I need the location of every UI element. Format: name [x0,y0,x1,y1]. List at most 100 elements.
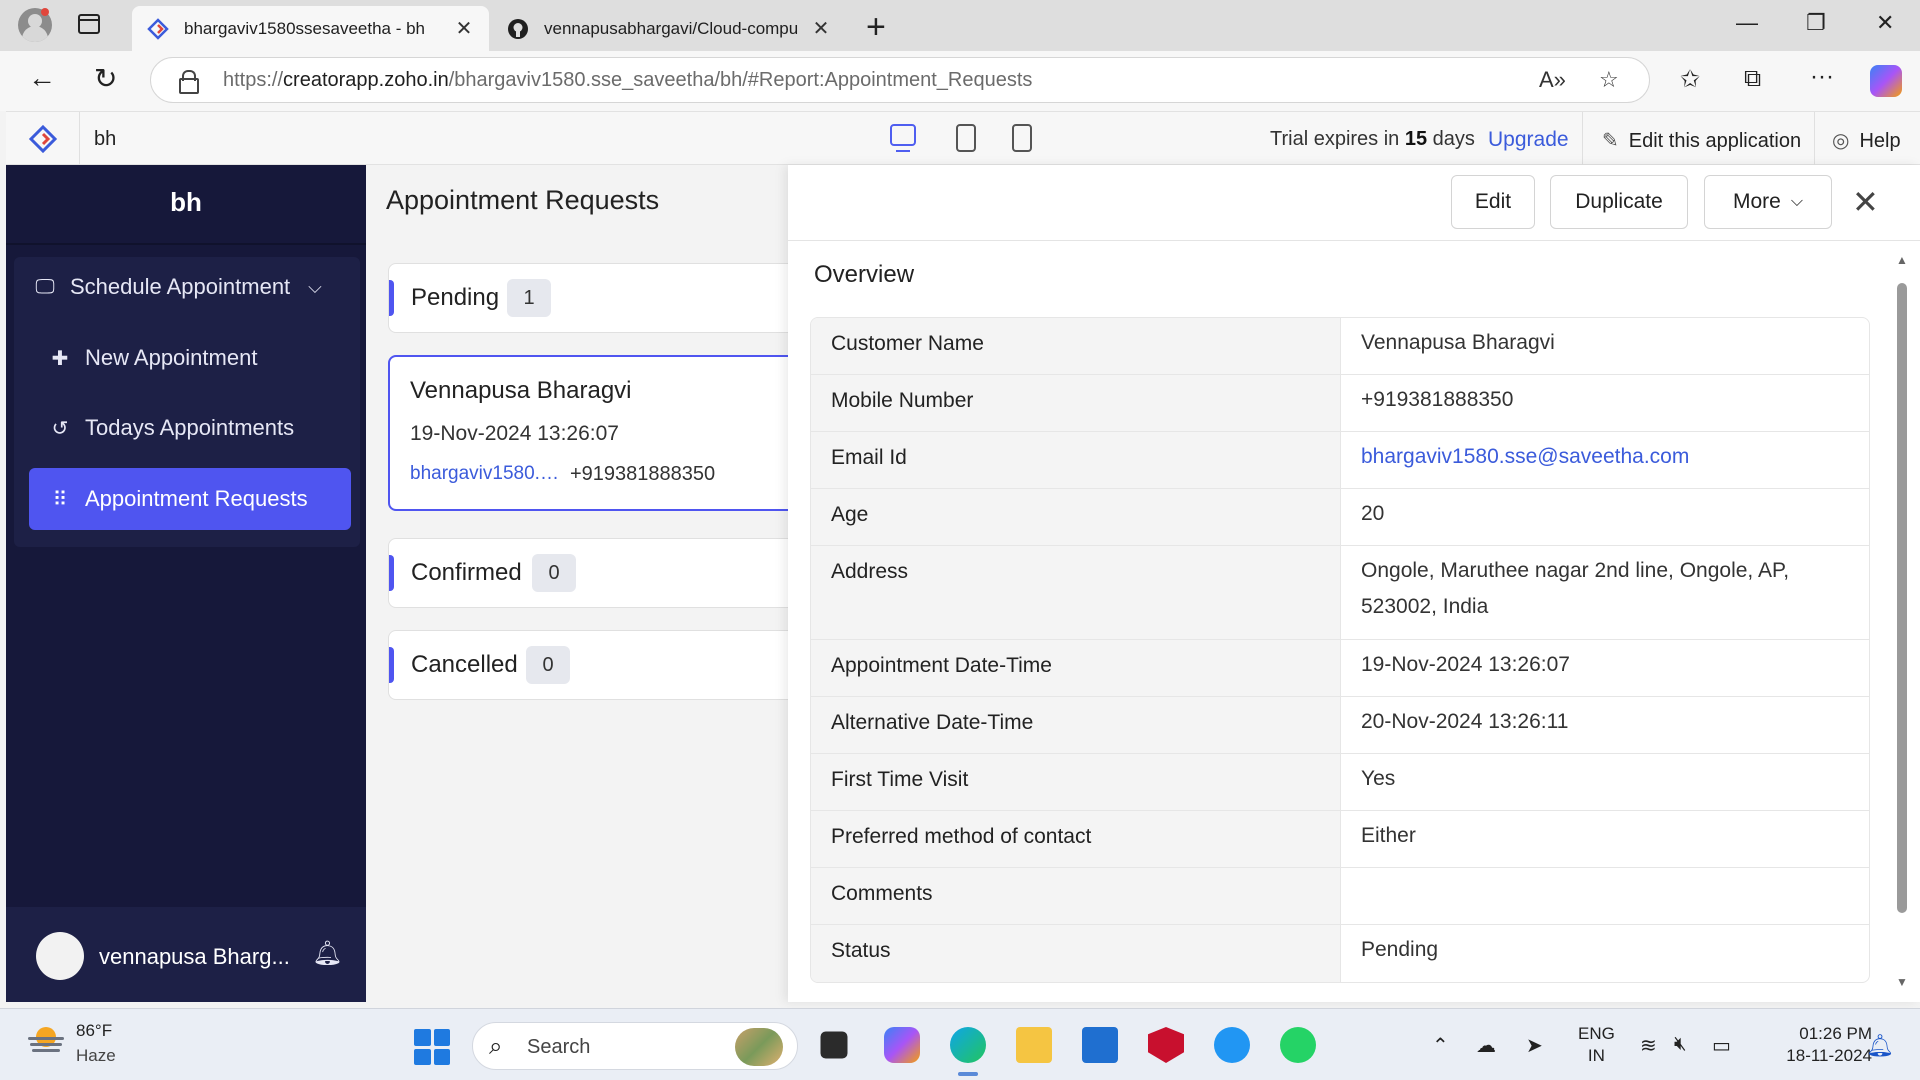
chevron-down-icon: ⌵ [1790,193,1803,210]
favorites-icon[interactable]: ✩ [1680,65,1700,94]
task-view-icon[interactable] [820,1031,848,1059]
scrollbar-thumb[interactable] [1897,283,1907,913]
read-aloud-icon[interactable]: A» [1539,67,1566,93]
refresh-icon[interactable]: ↻ [94,62,117,95]
restore-icon[interactable]: ❐ [1806,10,1826,36]
edit-button[interactable]: Edit [1451,175,1535,229]
haze-weather-icon[interactable] [26,1023,66,1057]
tab-zoho-creator[interactable]: bhargaviv1580ssesaveetha - bh ✕ [132,6,489,51]
detail-table: Customer Name Vennapusa Bharagvi Mobile N… [810,317,1870,983]
app-header: bh Trial expires in 15 days Upgrade ✎ Edi… [6,111,1920,166]
search-highlight-icon [735,1028,783,1066]
sidebar-item-todays-appointments[interactable]: ↺ Todays Appointments [29,397,351,459]
field-label: Alternative Date-Time [811,697,1341,753]
help-button[interactable]: ◎ Help [1832,128,1901,153]
back-icon[interactable]: ← [28,62,56,94]
mobile-view-icon[interactable] [1012,124,1032,152]
whatsapp-icon[interactable] [1280,1027,1316,1063]
report-list-pane: Appointment Requests Pending 1 Vennapusa… [366,165,808,1002]
location-icon[interactable]: ➤ [1526,1033,1543,1058]
close-window-icon[interactable]: ✕ [1876,10,1894,36]
language-indicator[interactable]: ENG IN [1578,1023,1615,1067]
sidebar: bh 🖵 Schedule Appointment ⌵ ✚ New Appoin… [6,165,366,1002]
table-row: Comments [811,868,1869,925]
copilot-app-icon[interactable] [884,1027,920,1063]
notification-bell-icon[interactable]: 🔔︎ [1866,1033,1894,1059]
group-cancelled[interactable]: Cancelled 0 [388,630,808,700]
wifi-icon[interactable]: ≋ [1640,1033,1657,1058]
field-value: Ongole, Maruthee nagar 2nd line, Ongole,… [1361,559,1790,618]
sidebar-item-appointment-requests[interactable]: ⠿ Appointment Requests [29,468,351,530]
group-name: Pending [411,284,500,311]
collections-icon[interactable]: ⧉ [1744,65,1761,93]
browser-tab-strip: bhargaviv1580ssesaveetha - bh ✕ vennapus… [0,0,1920,51]
upgrade-link[interactable]: Upgrade [1488,128,1569,152]
edit-application-button[interactable]: ✎ Edit this application [1602,128,1801,153]
new-tab-icon[interactable]: + [866,8,886,47]
scroll-up-icon[interactable]: ▲ [1895,253,1909,267]
record-detail-pane: Edit Duplicate More ⌵ ✕ Overview Custome… [788,165,1920,1002]
show-hidden-icons[interactable]: ⌃ [1432,1033,1449,1058]
close-tab-icon[interactable]: ✕ [453,16,475,41]
weather-temperature[interactable]: 86°F [76,1021,112,1041]
user-name[interactable]: vennapusa Bharg... [99,944,289,970]
clock[interactable]: 01:26 PM 18-11-2024 [1752,1023,1872,1067]
url-text[interactable]: https://creatorapp.zoho.in/bhargaviv1580… [223,69,1032,92]
edge-browser-icon[interactable] [950,1027,986,1076]
table-row: Appointment Date-Time 19-Nov-2024 13:26:0… [811,640,1869,697]
microsoft-store-icon[interactable] [1082,1027,1118,1063]
copilot-icon[interactable] [1870,65,1902,97]
close-tab-icon[interactable]: ✕ [810,16,832,41]
more-menu-icon[interactable]: ··· [1810,63,1834,91]
field-label: Preferred method of contact [811,811,1341,867]
file-explorer-icon[interactable] [1016,1027,1052,1063]
plus-icon: ✚ [51,347,69,370]
group-indicator [389,280,394,316]
favorite-star-icon[interactable]: ☆ [1599,67,1619,93]
duplicate-button[interactable]: Duplicate [1550,175,1688,229]
group-confirmed[interactable]: Confirmed 0 [388,538,808,608]
zoho-creator-logo-icon[interactable] [28,125,58,153]
speaker-muted-icon[interactable]: 🔇︎ [1674,1033,1687,1056]
avatar[interactable] [36,932,84,980]
group-pending[interactable]: Pending 1 [388,263,808,333]
scroll-down-icon[interactable]: ▼ [1895,975,1909,989]
minimize-icon[interactable]: — [1736,10,1758,36]
count-badge: 1 [507,279,551,317]
tab-github[interactable]: vennapusabhargavi/Cloud-compu ✕ [492,6,846,51]
zoho-creator-icon [146,17,170,41]
table-row: Customer Name Vennapusa Bharagvi [811,318,1869,375]
more-button[interactable]: More ⌵ [1704,175,1832,229]
address-bar[interactable]: https://creatorapp.zoho.in/bhargaviv1580… [150,57,1650,103]
browser-toolbar: ← ↻ https://creatorapp.zoho.in/bhargaviv… [0,51,1920,111]
weather-description[interactable]: Haze [76,1046,116,1066]
search-label: Search [527,1036,591,1058]
field-label: Age [811,489,1341,545]
divider [6,243,366,245]
monitor-icon: 🖵 [35,275,55,298]
windows-start-icon[interactable] [414,1029,450,1065]
trial-notice: Trial expires in 15 days [1270,128,1475,150]
table-row: Status Pending [811,925,1869,982]
taskbar-search[interactable]: ⌕ Search [472,1022,798,1070]
mcafee-icon[interactable] [1148,1027,1184,1063]
card-email[interactable]: bhargaviv1580.sse@saveetha.com [410,463,560,485]
lock-icon[interactable] [179,70,199,94]
table-row: Email Id bhargaviv1580.sse@saveetha.com [811,432,1869,489]
close-icon[interactable]: ✕ [1852,183,1879,221]
desktop-view-icon[interactable] [890,124,916,152]
onedrive-icon[interactable]: ☁ [1476,1033,1496,1058]
record-card[interactable]: Vennapusa Bharagvi 19-Nov-2024 13:26:07 … [388,355,808,511]
battery-icon[interactable]: ▭ [1712,1033,1731,1058]
tab-actions-icon[interactable] [78,14,100,34]
field-label: Status [811,925,1341,982]
tab-title: vennapusabhargavi/Cloud-compu [544,18,799,38]
sidebar-item-new-appointment[interactable]: ✚ New Appointment [29,327,351,389]
sidebar-section-schedule-appointment[interactable]: 🖵 Schedule Appointment ⌵ [34,274,321,300]
get-help-icon[interactable] [1214,1027,1250,1063]
scrollbar[interactable]: ▲ ▼ [1895,253,1909,993]
bell-icon[interactable]: 🔔︎ [312,939,342,968]
github-icon [506,17,530,41]
divider [1582,112,1583,166]
tablet-view-icon[interactable] [956,124,976,152]
